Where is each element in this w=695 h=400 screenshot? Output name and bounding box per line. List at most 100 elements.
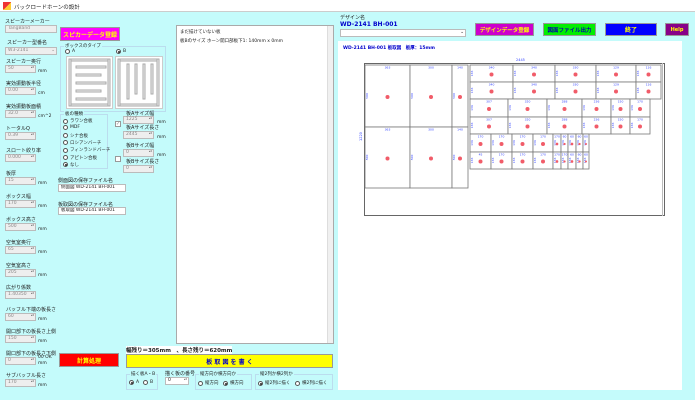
board-a-length-spin[interactable]: 2445 bbox=[123, 131, 154, 139]
board-kind-radio[interactable]: MDF bbox=[63, 125, 80, 131]
chevron-down-icon: ⌄ bbox=[460, 30, 464, 35]
board-b-checkbox[interactable] bbox=[115, 156, 121, 162]
board-piece: 307 136 bbox=[469, 98, 509, 118]
side-file-label: 側面図の保存ファイル名 bbox=[58, 178, 114, 184]
board-no-spin[interactable]: 0 bbox=[165, 377, 189, 385]
board-piece: 307 136 bbox=[469, 116, 509, 135]
board-piece: 60136 bbox=[575, 151, 584, 170]
piece-center-marker bbox=[489, 89, 494, 94]
columns-horizontal-radio[interactable]: 横2列に描く bbox=[295, 380, 327, 386]
scrollbar[interactable] bbox=[327, 26, 333, 343]
field-spin[interactable]: 205 bbox=[5, 269, 36, 277]
field-spin[interactable]: 32.0 bbox=[5, 110, 36, 118]
speaker-register-button[interactable]: スピカーデータ登録 bbox=[60, 27, 120, 41]
piece-height-label: 136 bbox=[630, 105, 634, 111]
piece-width-label: 170 bbox=[478, 135, 484, 139]
piece-width-label: 170 bbox=[554, 153, 560, 157]
piece-width-label: 60 bbox=[570, 153, 574, 157]
unit-label: mm bbox=[38, 383, 47, 388]
board-a-radio[interactable]: A bbox=[129, 380, 139, 385]
piece-center-marker bbox=[638, 107, 642, 111]
status-note: 00 OK bbox=[38, 355, 52, 360]
field-label: 空気室奥行 bbox=[6, 240, 32, 246]
maker-input[interactable]: TangBand bbox=[5, 25, 57, 33]
cut-file-input[interactable]: 板取図 WD-2141 BH-001 bbox=[58, 207, 126, 215]
board-piece: 340 136 bbox=[512, 64, 556, 83]
board-kind-radio[interactable]: なし bbox=[63, 162, 79, 168]
remaining-text: 幅残り＝305mm 、長さ残り＝620mm bbox=[126, 346, 233, 354]
field-spin[interactable]: 150 bbox=[5, 335, 36, 343]
model-select[interactable]: W3-2141 ⌄ bbox=[5, 47, 57, 55]
log-textarea[interactable]: まだ描けていない板 板Bのサイズ ホーン開口部板下1: 140mm x 0mm bbox=[176, 25, 334, 344]
board-piece: 320 136 bbox=[507, 116, 548, 135]
board-piece: 300 500 bbox=[409, 126, 453, 189]
board-piece: 60136 bbox=[567, 133, 577, 153]
board-piece: 60136 bbox=[582, 151, 590, 170]
board-piece: 60136 bbox=[582, 133, 590, 153]
board-a-width-spin[interactable]: 1225 bbox=[123, 116, 154, 124]
board-kind-radio[interactable]: シナ合板 bbox=[63, 133, 88, 139]
piece-center-marker bbox=[499, 142, 504, 146]
draw-cut-diagram-button[interactable]: 板 取 図 を 書 く bbox=[126, 354, 333, 368]
piece-center-marker bbox=[520, 142, 525, 146]
unit-label: mm bbox=[38, 339, 47, 344]
piece-center-marker bbox=[646, 72, 651, 77]
field-spin[interactable]: 0.39 bbox=[5, 132, 36, 140]
side-file-input[interactable]: 側面図 WD-2141 BH-001 bbox=[58, 184, 126, 192]
piece-height-label: 136 bbox=[470, 71, 474, 77]
piece-center-marker bbox=[570, 142, 574, 146]
board-kind-group: 板の種類 ラワン合板 MDF シナ合板 ロシアンバーチ フィンランドバーチ アピトン合板な… bbox=[60, 111, 110, 169]
field-spin[interactable]: 170 bbox=[5, 379, 36, 387]
piece-width-label: 150 bbox=[618, 118, 624, 122]
board-piece: 170136 bbox=[552, 151, 562, 170]
piece-center-marker bbox=[532, 89, 536, 94]
board-kind-radio[interactable]: ラワン合板 bbox=[63, 118, 93, 124]
box-type-b-radio[interactable]: B bbox=[116, 49, 126, 54]
piece-height-label: 136 bbox=[611, 105, 615, 111]
piece-width-label: 340 bbox=[489, 83, 495, 87]
box-type-a-radio[interactable]: A bbox=[65, 49, 75, 54]
piece-width-label: 60 bbox=[563, 135, 567, 139]
design-select[interactable]: ⌄ bbox=[340, 29, 466, 37]
field-spin[interactable]: 500 bbox=[5, 223, 36, 231]
piece-height-label: 136 bbox=[636, 88, 640, 94]
board-kind-radio[interactable]: フィンランドバーチ bbox=[63, 147, 110, 153]
field-spin[interactable]: 0.000 bbox=[5, 154, 36, 162]
field-spin[interactable]: 1.40350 bbox=[5, 291, 36, 299]
piece-center-marker bbox=[562, 124, 567, 129]
piece-center-marker bbox=[594, 107, 599, 111]
piece-width-label: 60 bbox=[584, 153, 588, 157]
field-label: ボックス幅 bbox=[6, 194, 31, 200]
board-b-width-spin[interactable]: 0 bbox=[123, 149, 154, 157]
board-kind-radio[interactable]: ロシアンバーチ bbox=[63, 140, 101, 146]
direction-horizontal-radio[interactable]: 横方向 bbox=[223, 380, 244, 386]
field-spin[interactable]: 0.00 bbox=[5, 87, 36, 95]
title-bar: バックロードホーンの設計 bbox=[0, 0, 695, 12]
export-file-button[interactable]: 図面ファイル出力 bbox=[543, 23, 596, 36]
field-spin[interactable]: 15 bbox=[5, 177, 36, 185]
board-b-length-label: 板Bサイズ長さ bbox=[126, 159, 160, 165]
board-b-radio[interactable]: B bbox=[143, 380, 153, 385]
columns-vertical-radio[interactable]: 縦2列に描く bbox=[258, 380, 290, 386]
board-a-checkbox[interactable]: ✓ bbox=[115, 121, 121, 127]
field-spin[interactable]: 50 bbox=[5, 65, 36, 73]
calculate-button[interactable]: 計算処理 bbox=[59, 353, 119, 367]
board-a-length-label: 板Aサイズ長さ bbox=[126, 125, 160, 131]
piece-height-label: 136 bbox=[636, 71, 640, 77]
board-b-length-spin[interactable]: 0 bbox=[123, 165, 154, 173]
help-button[interactable]: Help bbox=[665, 23, 689, 36]
piece-height-label: 500 bbox=[365, 93, 369, 99]
field-spin[interactable]: 65 bbox=[5, 246, 36, 254]
field-spin[interactable]: 0 bbox=[5, 357, 36, 365]
design-register-button[interactable]: デザインデータ登録 bbox=[475, 23, 534, 36]
piece-width-label: 140 bbox=[457, 128, 463, 132]
field-spin[interactable]: 60 bbox=[5, 313, 36, 321]
piece-height-label: 500 bbox=[452, 155, 456, 161]
piece-center-marker bbox=[478, 159, 483, 164]
exit-button[interactable]: 終了 bbox=[605, 23, 657, 36]
board-kind-radio[interactable]: アピトン合板 bbox=[63, 155, 97, 161]
direction-vertical-radio[interactable]: 縦方向 bbox=[198, 380, 219, 386]
field-spin[interactable]: 170 bbox=[5, 200, 36, 208]
board-piece: 320 136 bbox=[507, 98, 548, 118]
board-piece: 170136 bbox=[629, 116, 651, 135]
